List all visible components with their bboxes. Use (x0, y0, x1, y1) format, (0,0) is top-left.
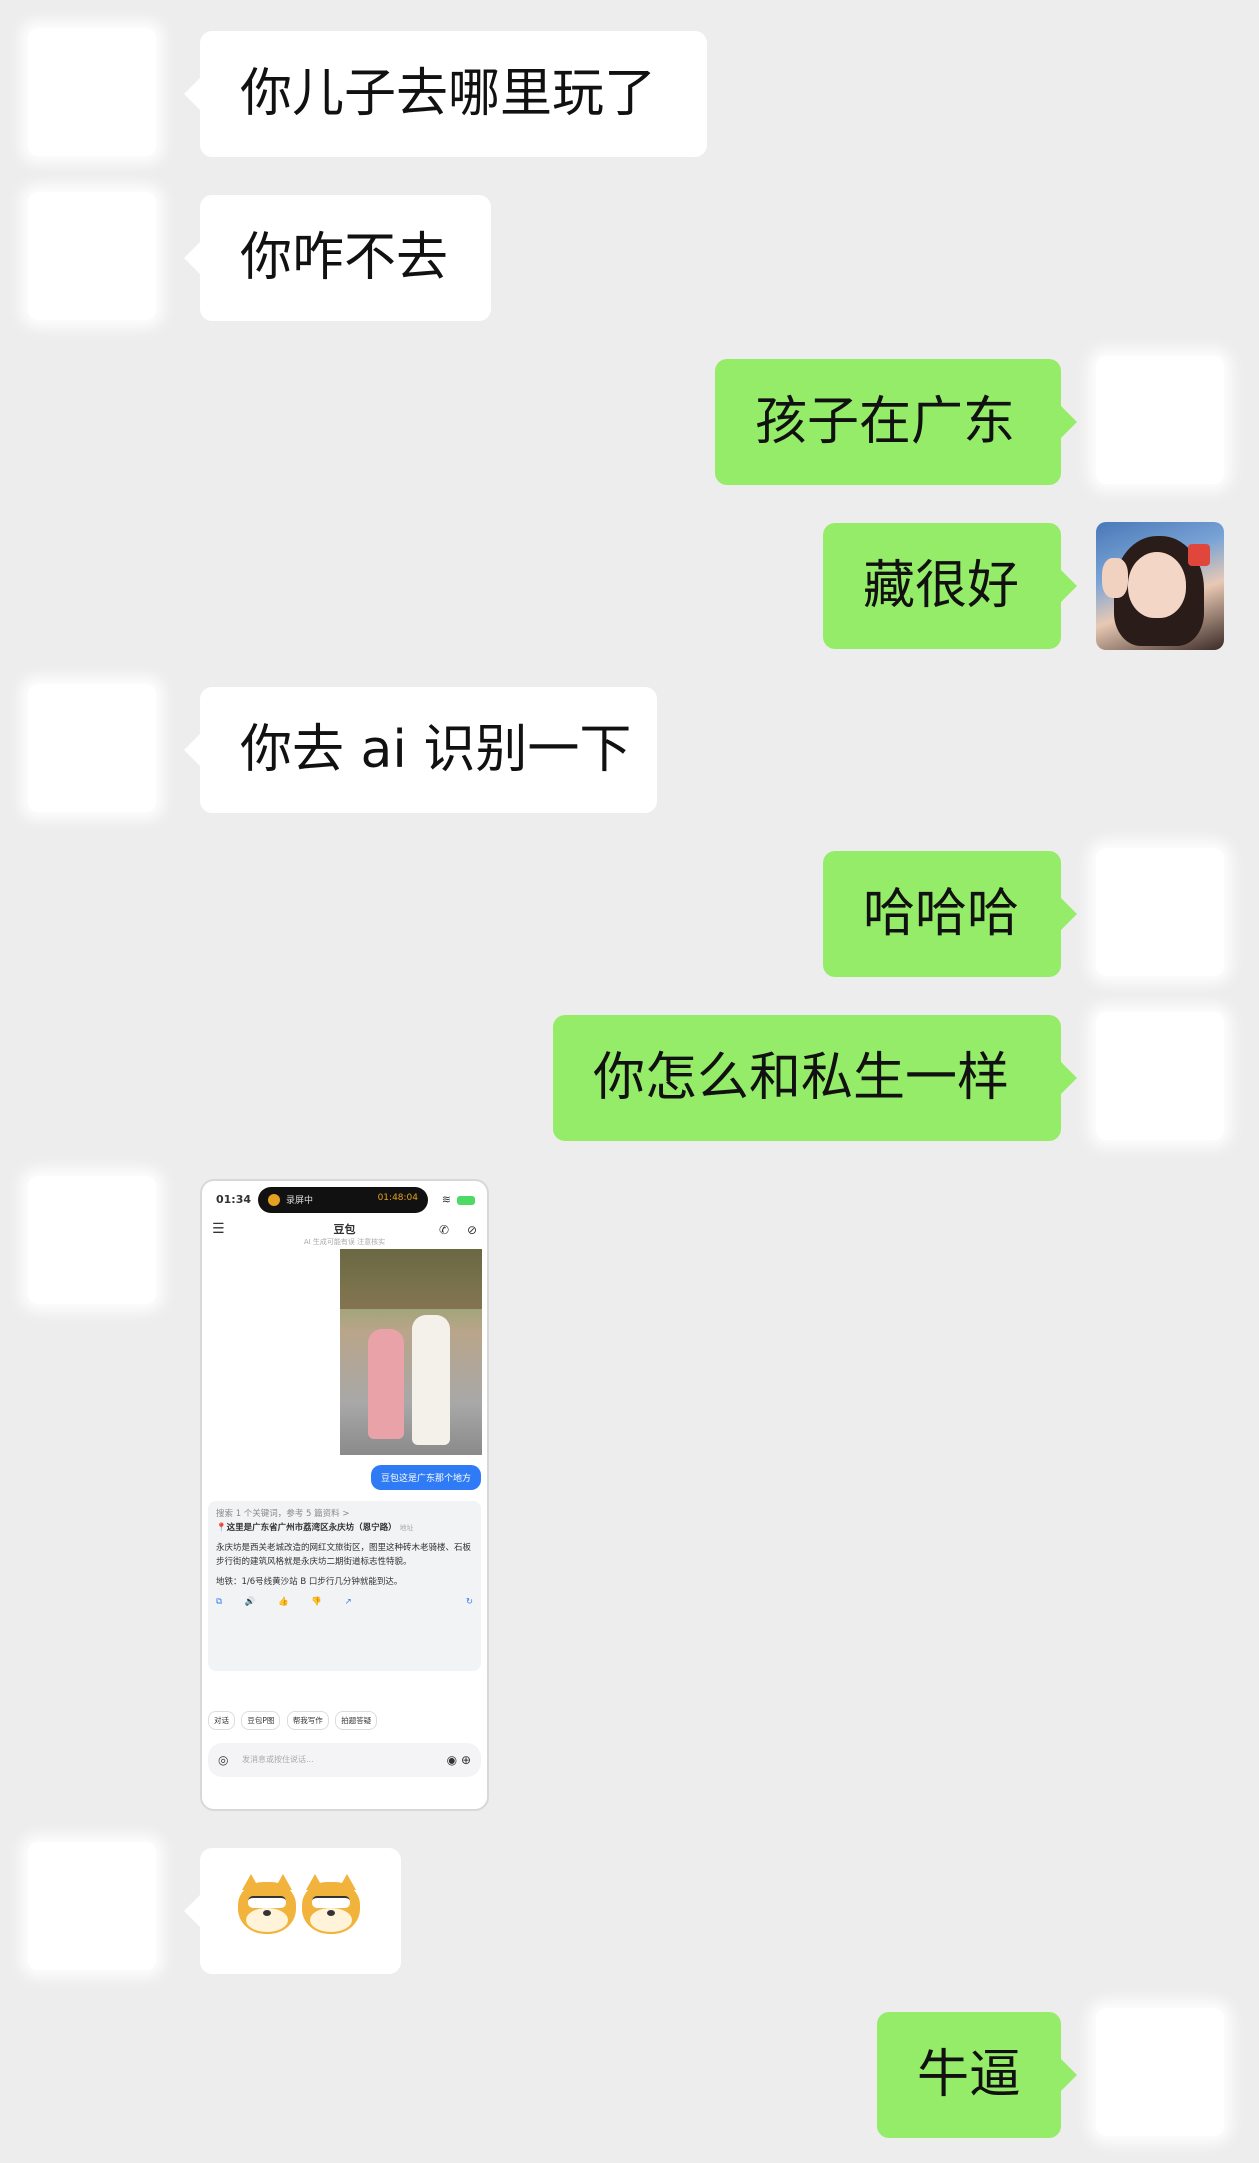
avatar-hand (1102, 558, 1128, 598)
message-text: 你去 ai 识别一下 (240, 720, 632, 780)
chip: 对话 (208, 1711, 235, 1730)
status-time: 01:34 (216, 1193, 252, 1206)
question-bubble: 豆包这是广东那个地方 (370, 1465, 481, 1490)
dynamic-island: 录屏中 01:48:04 (258, 1187, 428, 1213)
message-bubble-outgoing[interactable]: 孩子在广东 (715, 359, 1077, 485)
chat-subtitle: AI 生成可能有误 注意核实 (303, 1238, 386, 1246)
wifi-icon: ≋ (441, 1193, 451, 1206)
location-line: 📍这里是广东省广州市荔湾区永庆坊（恩宁路） 地址 (216, 1521, 473, 1535)
image-message-screenshot[interactable]: 01:34 录屏中 01:48:04 ≋ ☰ 豆包 AI 生成可能有误 注意核实… (200, 1179, 489, 1811)
message-bubble-outgoing[interactable]: 藏很好 (823, 523, 1077, 649)
message-text: 孩子在广东 (755, 392, 1016, 452)
shiba-dog-emoji (302, 1874, 360, 1934)
message-text: 你儿子去哪里玩了 (240, 64, 657, 124)
location-tag: 地址 (399, 1524, 414, 1532)
avatar-face (1128, 552, 1186, 618)
phone-icon: ✆ (438, 1223, 449, 1237)
photo-building (340, 1249, 482, 1309)
message-bubble-incoming[interactable]: 你儿子去哪里玩了 (184, 31, 707, 157)
photo-person (412, 1315, 450, 1445)
contact-avatar[interactable] (28, 28, 156, 156)
my-avatar[interactable] (1096, 2008, 1224, 2136)
action-icons: ⧉ 🔊 👍 👎 ↗ (216, 1597, 362, 1607)
street-photo (340, 1249, 482, 1455)
search-meta: 搜索 1 个关键词，参考 5 篇资料 > (216, 1509, 350, 1519)
message-text: 你怎么和私生一样 (593, 1048, 1010, 1108)
recording-time: 01:48:04 (377, 1193, 418, 1203)
shiba-dog-emoji (238, 1874, 296, 1934)
contact-avatar[interactable] (28, 1842, 156, 1970)
my-avatar[interactable] (1096, 1012, 1224, 1140)
avatar-hair-clip (1188, 544, 1210, 566)
message-text: 你咋不去 (240, 228, 449, 288)
message-bubble-outgoing[interactable]: 牛逼 (877, 2012, 1077, 2138)
recording-label: 录屏中 (286, 1196, 314, 1206)
mute-icon: ⊘ (466, 1223, 477, 1237)
emoji-row (238, 1874, 366, 1942)
answer-metro: 地铁：1/6号线黄沙站 B 口步行几分钟就能到达。 (216, 1577, 403, 1587)
message-text: 藏很好 (863, 556, 1020, 616)
record-icon (268, 1194, 280, 1206)
contact-avatar[interactable] (28, 192, 156, 320)
contact-avatar[interactable] (28, 1176, 156, 1304)
chip: 拍题答疑 (335, 1711, 378, 1730)
location-text: 📍这里是广东省广州市荔湾区永庆坊（恩宁路） (216, 1523, 397, 1533)
ai-answer-card: 搜索 1 个关键词，参考 5 篇资料 > 📍这里是广东省广州市荔湾区永庆坊（恩宁… (208, 1501, 481, 1671)
plus-icon: ◉ ⊕ (446, 1753, 471, 1767)
message-bubble-incoming[interactable]: 你去 ai 识别一下 (184, 687, 657, 813)
message-text: 哈哈哈 (863, 884, 1020, 944)
battery-icon (457, 1196, 475, 1205)
refresh-icon: ↻ (465, 1597, 473, 1607)
photo-person (368, 1329, 404, 1439)
my-avatar[interactable] (1096, 356, 1224, 484)
message-bubble-incoming[interactable]: 你咋不去 (184, 195, 491, 321)
contact-avatar[interactable] (28, 684, 156, 812)
camera-icon: ◎ (218, 1753, 229, 1767)
message-text: 牛逼 (917, 2045, 1022, 2105)
my-avatar[interactable] (1096, 848, 1224, 976)
input-placeholder: 发消息或按住说话... (242, 1755, 314, 1764)
answer-actions: ⧉ 🔊 👍 👎 ↗ ↻ (216, 1595, 473, 1609)
chip: 豆包P图 (241, 1711, 281, 1730)
message-bubble-outgoing[interactable]: 哈哈哈 (823, 851, 1077, 977)
answer-body: 永庆坊是西关老城改造的网红文旅街区，图里这种砖木老骑楼、石板步行街的建筑风格就是… (216, 1543, 472, 1567)
chip: 帮我写作 (286, 1711, 329, 1730)
shortcut-chips: 对话 豆包P图 帮我写作 拍题答疑 (208, 1711, 381, 1730)
my-avatar-photo[interactable] (1096, 522, 1224, 650)
screenshot-input-bar: ◎ 发消息或按住说话... ◉ ⊕ (208, 1743, 481, 1777)
message-bubble-outgoing[interactable]: 你怎么和私生一样 (553, 1015, 1077, 1141)
